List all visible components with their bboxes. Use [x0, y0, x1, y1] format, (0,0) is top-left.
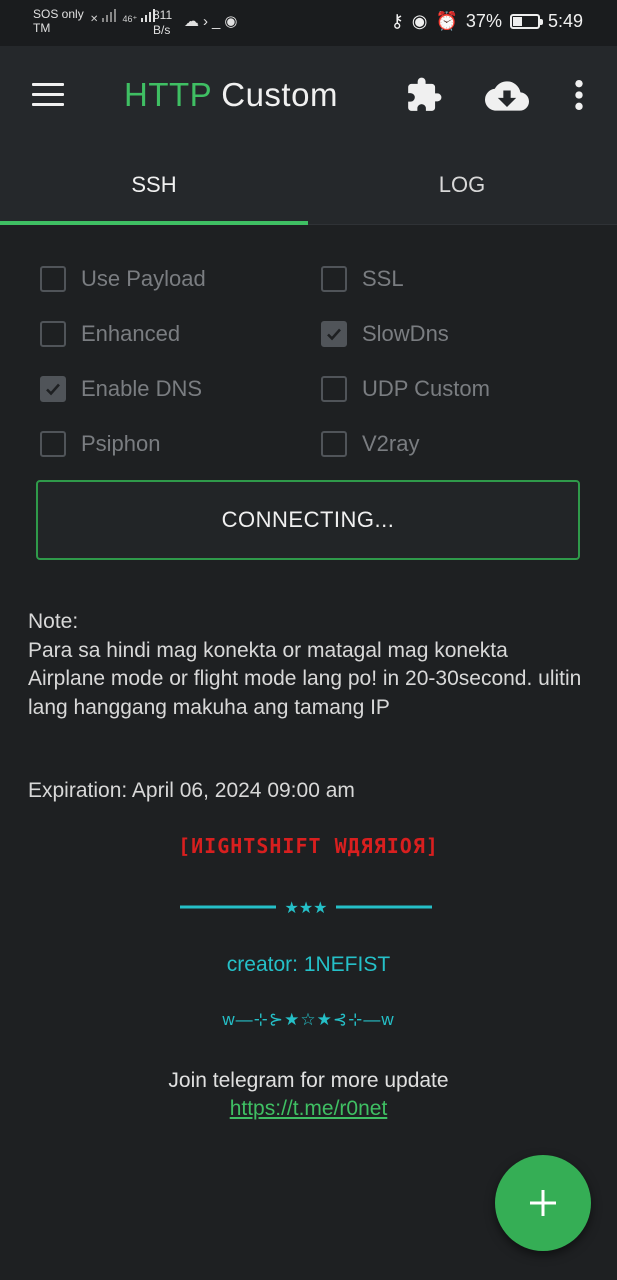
checkbox[interactable]	[321, 376, 347, 402]
tab-ssh[interactable]: SSH	[0, 172, 308, 198]
status-bar: SOS only TM ✕ 46⁺ 811 B/s ☁›_◉ ⚷ ◉ ⏰ 37%…	[0, 0, 617, 46]
telegram-link[interactable]: https://t.me/r0net	[0, 1097, 617, 1121]
add-button[interactable]	[495, 1155, 591, 1251]
tab-bar: SSH LOG	[0, 146, 617, 225]
tab-log[interactable]: LOG	[308, 172, 616, 198]
terminal-icon: ›_	[203, 13, 225, 30]
net-speed-value: 811	[153, 8, 173, 22]
puzzle-icon[interactable]	[405, 76, 443, 114]
nightshift-banner: [ИIGHTSHIFT WДЯЯIOЯ]	[178, 834, 439, 858]
option-v2ray[interactable]: V2ray	[321, 431, 419, 457]
checkbox[interactable]	[40, 431, 66, 457]
expiration-text: Expiration: April 06, 2024 09:00 am	[28, 779, 355, 802]
decorative-divider-2: ᴡ—⊹⊱★☆★⊰⊹—ᴡ	[222, 1010, 395, 1029]
note-block: Note: Para sa hindi mag konekta or matag…	[28, 608, 588, 722]
battery-percent: 37%	[465, 11, 502, 31]
join-telegram-text: Join telegram for more update	[168, 1069, 449, 1092]
checkmark-icon	[327, 328, 341, 341]
connect-button[interactable]: CONNECTING...	[36, 480, 580, 560]
tab-indicator	[0, 221, 308, 225]
carrier-line1: SOS only	[33, 7, 84, 21]
creator-text: creator: 1NEFIST	[226, 953, 391, 976]
option-ssl[interactable]: SSL	[321, 266, 404, 292]
messenger-icon: ◉	[224, 13, 242, 30]
option-slowdns[interactable]: SlowDns	[321, 321, 449, 347]
cloud-download-icon[interactable]	[485, 74, 529, 118]
alarm-icon: ⏰	[435, 11, 458, 31]
checkbox[interactable]	[40, 376, 66, 402]
menu-icon[interactable]	[32, 83, 64, 107]
carrier-info: SOS only TM	[33, 7, 84, 35]
net-speed: 811 B/s	[153, 8, 172, 38]
option-psiphon[interactable]: Psiphon	[40, 431, 161, 457]
cloud-icon: ☁	[184, 13, 203, 30]
checkmark-icon	[46, 383, 60, 396]
option-label: Enhanced	[81, 321, 181, 346]
option-enable-dns[interactable]: Enable DNS	[40, 376, 202, 402]
option-label: UDP Custom	[362, 376, 490, 401]
checkbox[interactable]	[40, 266, 66, 292]
app-title-http: HTTP	[124, 76, 212, 113]
key-icon: ⚷	[390, 11, 404, 31]
checkbox[interactable]	[40, 321, 66, 347]
app-title: HTTP Custom	[124, 76, 338, 114]
clock: 5:49	[547, 11, 583, 31]
app-title-custom: Custom	[221, 76, 338, 113]
option-label: Psiphon	[81, 431, 161, 456]
checkbox[interactable]	[321, 266, 347, 292]
status-right: ⚷ ◉ ⏰ 37% 5:49	[391, 11, 583, 32]
app-bar: HTTP Custom	[0, 46, 617, 146]
net-speed-unit: B/s	[153, 23, 171, 37]
option-enhanced[interactable]: Enhanced	[40, 321, 180, 347]
option-label: SSL	[362, 266, 404, 291]
divider-stars: ★★★	[284, 898, 327, 917]
eye-icon: ◉	[411, 11, 428, 31]
option-label: V2ray	[362, 431, 420, 456]
notification-icons: ☁›_◉	[184, 12, 241, 30]
decorative-divider: ★★★	[180, 898, 432, 917]
option-label: Enable DNS	[81, 376, 203, 401]
note-heading: Note:	[28, 610, 79, 633]
note-body: Para sa hindi mag konekta or matagal mag…	[28, 638, 582, 719]
option-udp-custom[interactable]: UDP Custom	[321, 376, 490, 402]
more-options-icon[interactable]	[568, 78, 590, 112]
option-label: SlowDns	[362, 321, 449, 346]
checkbox[interactable]	[321, 431, 347, 457]
signal-icon: ✕ 46⁺	[90, 8, 158, 25]
option-use-payload[interactable]: Use Payload	[40, 266, 206, 292]
checkbox[interactable]	[321, 321, 347, 347]
network-type: 46⁺	[122, 14, 138, 24]
carrier-line2: TM	[33, 21, 51, 35]
plus-icon	[530, 1190, 556, 1216]
option-label: Use Payload	[81, 266, 206, 291]
battery-icon	[509, 14, 543, 29]
